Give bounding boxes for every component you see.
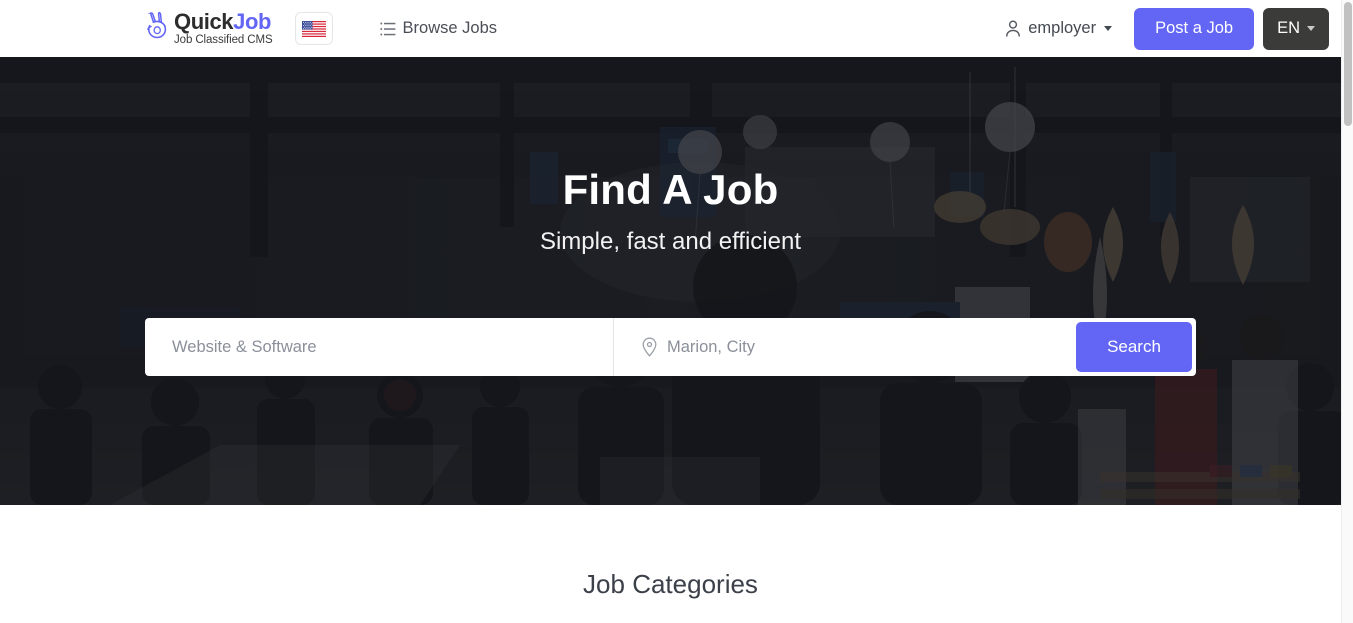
page-scrollbar[interactable] xyxy=(1341,0,1353,623)
list-icon xyxy=(379,22,396,36)
job-categories-section: Job Categories xyxy=(0,505,1341,600)
logo-text: QuickJob Job Classified CMS xyxy=(174,8,273,47)
peace-hand-icon xyxy=(145,11,171,46)
account-menu[interactable]: employer xyxy=(1005,19,1113,38)
language-label: EN xyxy=(1277,19,1300,37)
browse-jobs-link[interactable]: Browse Jobs xyxy=(379,19,498,38)
us-flag-icon xyxy=(301,20,326,37)
language-select-button[interactable]: EN xyxy=(1263,7,1329,50)
language-flag-button[interactable] xyxy=(294,12,333,45)
browser-viewport: QuickJob Job Classified CMS Browse Jobs … xyxy=(0,0,1353,623)
header-left-group: QuickJob Job Classified CMS Browse Jobs xyxy=(145,8,498,47)
hero-section: Find A Job Simple, fast and efficient xyxy=(0,57,1341,505)
account-label: employer xyxy=(1028,19,1097,37)
hero-content: Find A Job Simple, fast and efficient xyxy=(0,57,1341,256)
job-categories-title: Job Categories xyxy=(583,569,758,599)
logo-title-primary: Quick xyxy=(174,8,234,34)
chevron-down-icon xyxy=(1307,26,1315,31)
browse-jobs-label: Browse Jobs xyxy=(402,19,498,37)
post-a-job-button[interactable]: Post a Job xyxy=(1134,7,1255,50)
map-pin-icon xyxy=(641,337,658,357)
scrollbar-thumb[interactable] xyxy=(1343,2,1352,126)
logo-title-accent: Job xyxy=(233,8,272,34)
logo-link[interactable]: QuickJob Job Classified CMS xyxy=(145,8,273,47)
header-right-group: employer Post a Job EN xyxy=(1005,7,1329,50)
job-search-bar: Search xyxy=(145,318,1196,376)
search-keyword-input[interactable] xyxy=(172,337,613,357)
site-header: QuickJob Job Classified CMS Browse Jobs … xyxy=(0,0,1341,57)
hero-subtitle: Simple, fast and efficient xyxy=(539,228,802,255)
hero-title: Find A Job xyxy=(562,166,779,213)
keyword-field-wrapper xyxy=(145,318,613,376)
person-icon xyxy=(1005,20,1021,37)
logo-tagline: Job Classified CMS xyxy=(174,33,273,46)
chevron-down-icon xyxy=(1104,26,1113,31)
page-root: QuickJob Job Classified CMS Browse Jobs … xyxy=(0,0,1341,623)
search-location-input[interactable] xyxy=(667,337,1076,357)
search-button[interactable]: Search xyxy=(1076,322,1192,372)
logo-title: QuickJob xyxy=(174,8,273,34)
location-field-wrapper xyxy=(614,318,1076,376)
